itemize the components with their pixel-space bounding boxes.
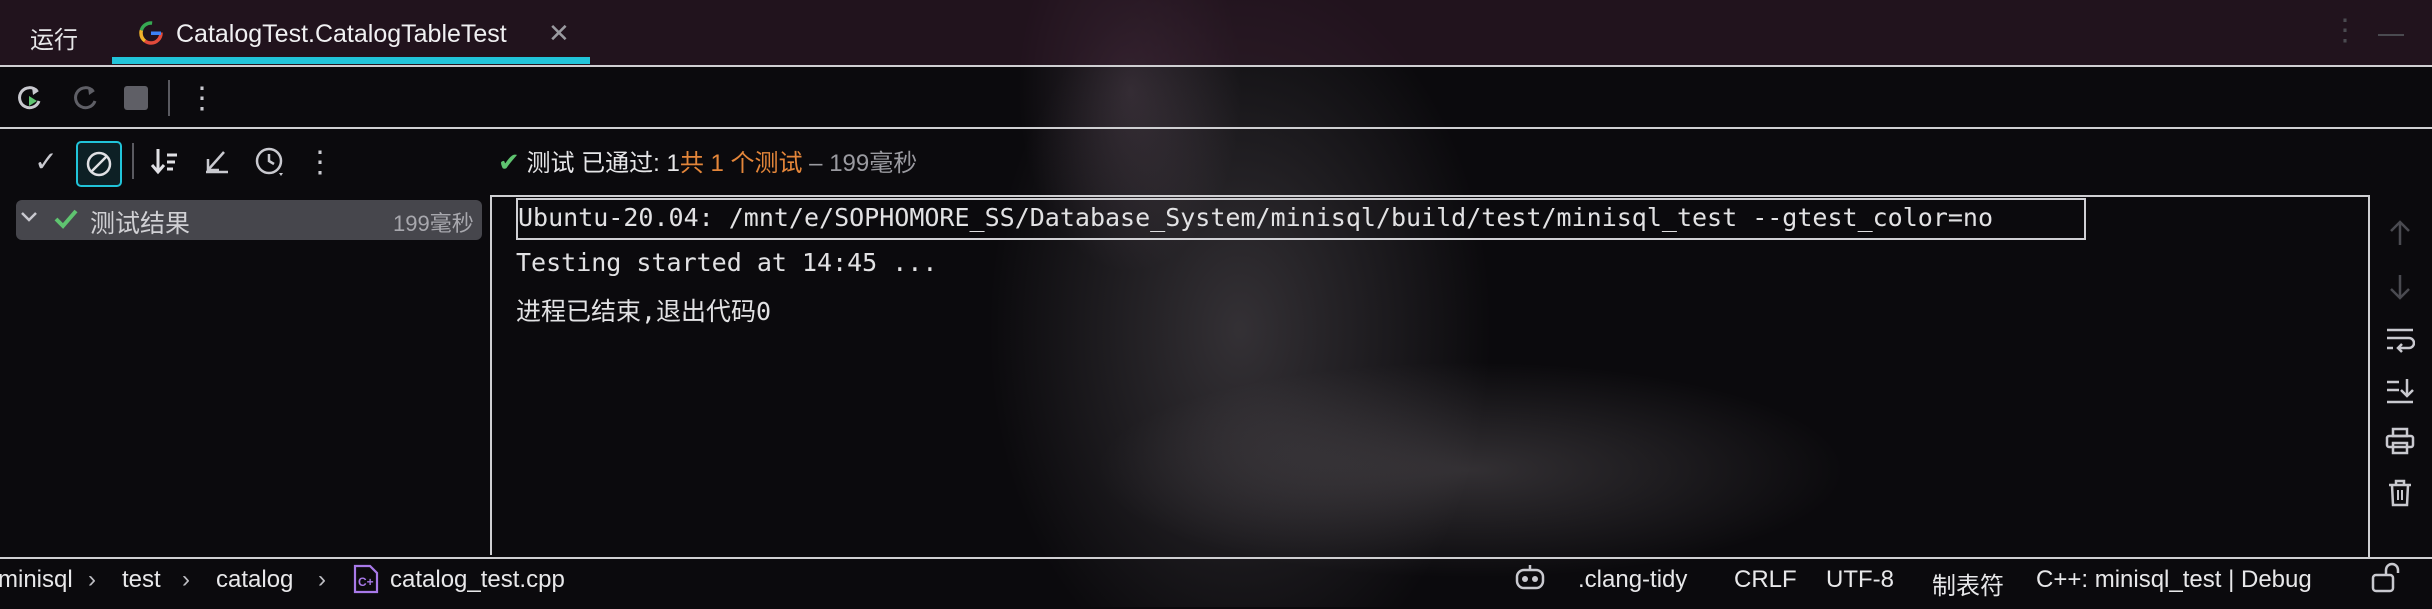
chevron-right-icon: › [182, 566, 190, 593]
line-ending-selector[interactable]: CRLF [1734, 566, 1797, 594]
chevron-down-icon[interactable] [18, 206, 40, 228]
run-toolbar [0, 67, 2432, 129]
chevron-right-icon: › [88, 566, 96, 593]
active-tab-indicator [112, 57, 590, 64]
print-icon[interactable] [2385, 426, 2415, 456]
scroll-up-icon[interactable] [2385, 218, 2415, 248]
console-line-started: Testing started at 14:45 ... [516, 248, 938, 277]
run-tool-window-title: 运行 [30, 27, 78, 54]
breadcrumb-file[interactable]: catalog_test.cpp [390, 566, 565, 594]
tree-item-label: 测试结果 [90, 210, 191, 238]
passed-check-icon: ✔ [498, 147, 520, 177]
show-ignored-icon[interactable] [76, 141, 122, 187]
rerun-failed-icon[interactable] [70, 82, 102, 114]
indent-selector[interactable]: 制表符 [1932, 566, 2004, 601]
console-line-command: Ubuntu-20.04: /mnt/e/SOPHOMORE_SS/Databa… [518, 203, 1994, 232]
passed-check-icon [52, 205, 80, 233]
clear-icon[interactable] [2385, 478, 2415, 508]
sort-icon[interactable] [148, 144, 182, 178]
rerun-icon[interactable] [14, 82, 46, 114]
test-duration-text: – 199毫秒 [802, 150, 918, 177]
more-icon[interactable]: ⋮ [305, 144, 335, 180]
close-icon[interactable]: ✕ [548, 18, 570, 49]
cpp-file-icon: C+ [350, 564, 380, 594]
scroll-to-end-icon[interactable] [2385, 376, 2415, 406]
history-icon[interactable] [252, 144, 288, 180]
breadcrumb-project[interactable]: minisql [0, 566, 73, 594]
soft-wrap-icon[interactable] [2385, 324, 2415, 354]
tab-title: CatalogTest.CatalogTableTest [176, 20, 507, 48]
total-tests-text: 共 1 个测试 [679, 150, 803, 177]
read-only-lock-icon[interactable] [2370, 562, 2404, 594]
tree-item-duration: 199毫秒 [393, 211, 474, 236]
show-passed-icon[interactable]: ✓ [30, 145, 62, 177]
ai-assistant-icon[interactable] [1514, 562, 1546, 594]
test-status-summary: ✔ 测试 已通过: 1共 1 个测试 – 199毫秒 [498, 143, 917, 178]
stop-icon[interactable] [122, 84, 150, 112]
svg-text:C+: C+ [358, 575, 374, 589]
more-icon[interactable]: ⋮ [187, 80, 217, 116]
test-tree-panel [0, 195, 492, 555]
clang-tidy-status[interactable]: .clang-tidy [1578, 566, 1687, 594]
breadcrumb-folder-test[interactable]: test [122, 566, 161, 594]
console-line-exit: 进程已结束,退出代码0 [516, 297, 772, 326]
encoding-selector[interactable]: UTF-8 [1826, 566, 1894, 594]
minimize-icon[interactable] [2378, 34, 2404, 36]
chevron-right-icon: › [318, 566, 326, 593]
collapse-icon[interactable] [200, 144, 234, 178]
more-icon[interactable]: ⋮ [2330, 16, 2360, 46]
build-config-selector[interactable]: C++: minisql_test | Debug [2036, 566, 2312, 594]
scroll-down-icon[interactable] [2385, 272, 2415, 302]
toolbar-separator [132, 143, 134, 179]
toolbar-separator [168, 80, 170, 116]
passed-count-text: 测试 已通过: 1 [526, 150, 680, 177]
breadcrumb-folder-catalog[interactable]: catalog [216, 566, 293, 594]
gtest-config-icon [138, 20, 164, 46]
